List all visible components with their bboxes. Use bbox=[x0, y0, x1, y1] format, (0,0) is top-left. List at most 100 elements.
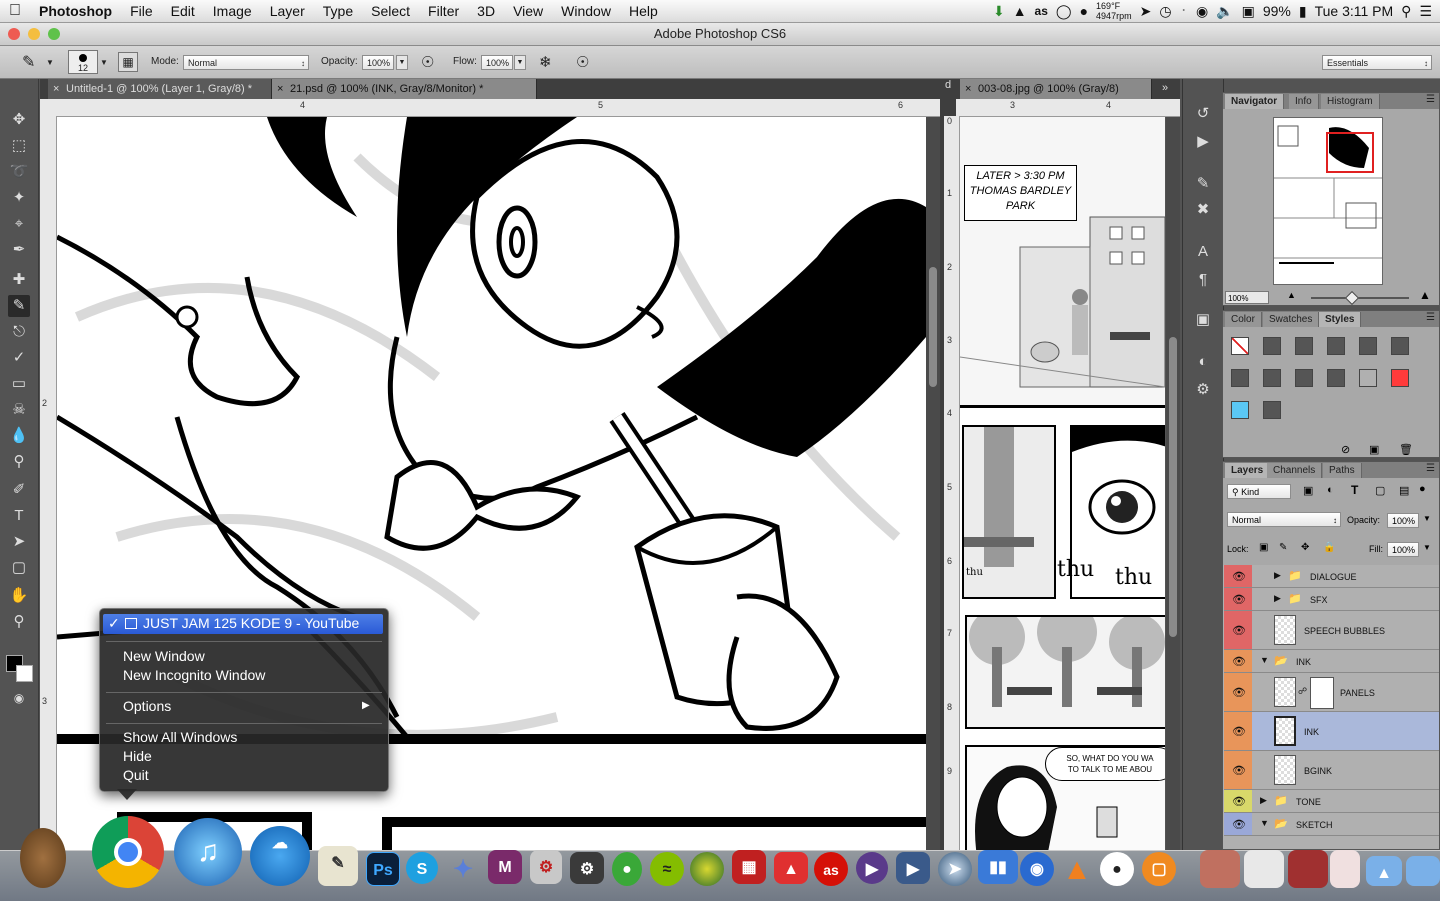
tab-layers[interactable]: Layers bbox=[1225, 463, 1271, 478]
collapse-arrow-icon[interactable]: ▼ bbox=[1260, 655, 1269, 665]
preset-dropdown-arrow-icon[interactable]: ▼ bbox=[46, 58, 54, 67]
layer-visibility-toggle[interactable]: 👁 bbox=[1224, 813, 1252, 835]
zoom-tool-icon[interactable]: ⚲ bbox=[8, 611, 30, 633]
circle-icon[interactable]: ◯ bbox=[1056, 3, 1072, 20]
workspace-select[interactable]: Essentials ↕ bbox=[1322, 55, 1432, 70]
safari-icon[interactable]: ➤ bbox=[938, 852, 972, 886]
menu-item-quit[interactable]: Quit bbox=[123, 767, 149, 783]
growl-icon[interactable]: ✦ bbox=[446, 852, 480, 884]
clone-stamp-tool-icon[interactable]: ⎋ bbox=[8, 321, 30, 343]
filter-pixel-icon[interactable]: ▣ bbox=[1303, 484, 1313, 497]
move-tool-icon[interactable]: ✥ bbox=[8, 109, 30, 131]
wifi-icon[interactable]: ◉ bbox=[1196, 3, 1208, 20]
stack-image-1-icon[interactable] bbox=[1200, 850, 1240, 888]
layer-visibility-toggle[interactable]: 👁 bbox=[1224, 588, 1252, 610]
layer-row-tone[interactable]: 👁 ▶ 📁 TONE bbox=[1224, 790, 1439, 813]
lasso-tool-icon[interactable]: ➰ bbox=[8, 161, 30, 183]
photoshop-icon[interactable]: Ps bbox=[366, 852, 400, 886]
menu-item-show-all-windows[interactable]: Show All Windows bbox=[123, 729, 237, 745]
tab-21-psd[interactable]: × 21.psd @ 100% (INK, Gray/8/Monitor) * bbox=[272, 79, 537, 99]
panel-menu-icon[interactable]: ☰ bbox=[1426, 463, 1435, 474]
flow-slider-arrow-icon[interactable]: ▼ bbox=[514, 55, 526, 70]
layer-mask-thumbnail[interactable] bbox=[1310, 677, 1334, 709]
tab-untitled[interactable]: × Untitled-1 @ 100% (Layer 1, Gray/8) * bbox=[48, 79, 272, 99]
close-tab-icon[interactable]: × bbox=[965, 79, 971, 99]
lock-position-icon[interactable]: ✥ bbox=[1301, 542, 1309, 553]
eraser-tool-icon[interactable]: ▭ bbox=[8, 373, 30, 395]
layer-row-panels[interactable]: 👁 ☍ PANELS bbox=[1224, 673, 1439, 712]
lock-all-icon[interactable]: 🔒 bbox=[1323, 542, 1335, 553]
brush-tool-icon[interactable]: ✎ bbox=[8, 295, 30, 317]
close-tab-icon[interactable]: × bbox=[53, 79, 59, 99]
lock-image-icon[interactable]: ✎ bbox=[1279, 542, 1287, 553]
style-swatch[interactable] bbox=[1327, 369, 1345, 387]
style-swatch[interactable] bbox=[1391, 337, 1409, 355]
documents-folder-icon[interactable] bbox=[1406, 856, 1440, 886]
itunes-icon[interactable]: ♫ bbox=[174, 818, 242, 886]
tab-color[interactable]: Color bbox=[1225, 312, 1262, 327]
spotlight-icon[interactable]: ⚲ bbox=[1401, 3, 1411, 20]
quick-select-tool-icon[interactable]: ✦ bbox=[8, 187, 30, 209]
opacity-input[interactable]: 100% bbox=[362, 55, 394, 70]
download-icon[interactable]: ⬇ bbox=[993, 3, 1005, 20]
zoom-slider-thumb[interactable] bbox=[1344, 290, 1360, 306]
tab-paths[interactable]: Paths bbox=[1323, 463, 1362, 478]
menu-layer[interactable]: Layer bbox=[261, 3, 314, 19]
tab-channels[interactable]: Channels bbox=[1267, 463, 1323, 478]
m-app-icon[interactable]: M bbox=[488, 850, 522, 884]
filter-toggle-icon[interactable]: ● bbox=[1419, 483, 1426, 495]
menu-help[interactable]: Help bbox=[620, 3, 667, 19]
lastfm-status-icon[interactable]: as bbox=[1035, 4, 1048, 18]
panel-menu-icon[interactable]: ☰ bbox=[1426, 94, 1435, 105]
tab-navigator[interactable]: Navigator bbox=[1225, 94, 1285, 109]
fill-arrow-icon[interactable]: ▼ bbox=[1423, 543, 1431, 552]
dog-app-icon[interactable]: ● bbox=[1100, 852, 1134, 886]
canvas2-scrollbar[interactable] bbox=[1166, 117, 1180, 850]
collapse-arrow-icon[interactable]: ▼ bbox=[1260, 818, 1269, 828]
hat-icon[interactable]: ▲ bbox=[1013, 3, 1027, 19]
pressure-opacity-icon[interactable]: ☉ bbox=[421, 53, 434, 71]
style-swatch[interactable] bbox=[1263, 369, 1281, 387]
paint-bucket-tool-icon[interactable]: ☠ bbox=[8, 399, 30, 421]
calendar-icon[interactable]: ▣ bbox=[1242, 3, 1255, 20]
zoom-slider[interactable] bbox=[1311, 290, 1409, 306]
navigator-preview[interactable] bbox=[1273, 117, 1383, 285]
menu-filter[interactable]: Filter bbox=[419, 3, 468, 19]
ibooks-icon[interactable]: ▢ bbox=[1142, 852, 1176, 886]
expand-arrow-icon[interactable]: ▶ bbox=[1274, 593, 1281, 604]
shape-tool-icon[interactable]: ▢ bbox=[8, 557, 30, 579]
canvas-scrollbar[interactable] bbox=[926, 117, 940, 850]
layer-row-ink-group[interactable]: 👁 ▼ 📂 INK bbox=[1224, 650, 1439, 673]
menu-type[interactable]: Type bbox=[314, 3, 362, 19]
style-swatch[interactable] bbox=[1231, 369, 1249, 387]
layer-visibility-toggle[interactable]: 👁 bbox=[1224, 673, 1252, 711]
close-window-button[interactable] bbox=[8, 28, 20, 40]
eyedropper-tool-icon[interactable]: ✒ bbox=[8, 239, 30, 261]
vlc-icon[interactable]: ▲ bbox=[1060, 852, 1094, 886]
brush-picker-arrow-icon[interactable]: ▼ bbox=[100, 58, 108, 67]
tab-styles[interactable]: Styles bbox=[1319, 312, 1362, 327]
skype-icon[interactable]: S bbox=[406, 852, 438, 884]
stack-image-2-icon[interactable] bbox=[1244, 850, 1284, 888]
layer-comps-panel-icon[interactable]: ▣ bbox=[1192, 309, 1214, 331]
quick-mask-icon[interactable]: ◉ bbox=[8, 687, 30, 709]
type-tool-icon[interactable]: T bbox=[8, 505, 30, 527]
healing-brush-tool-icon[interactable]: ✚ bbox=[8, 269, 30, 291]
battery-icon[interactable]: ▮ bbox=[1299, 3, 1307, 20]
brush-panel-toggle-icon[interactable]: ▦ bbox=[118, 52, 138, 72]
quicktime-icon[interactable]: ▶ bbox=[896, 852, 930, 884]
layer-row-sfx[interactable]: 👁 ▶ 📁 SFX bbox=[1224, 588, 1439, 611]
video-app-icon[interactable]: ▶ bbox=[856, 852, 888, 884]
actions-panel-icon[interactable]: ▶ bbox=[1192, 131, 1214, 153]
background-color-swatch[interactable] bbox=[16, 665, 33, 682]
paragraph-panel-icon[interactable]: ¶ bbox=[1192, 269, 1214, 291]
frog-app-icon[interactable]: ● bbox=[612, 852, 642, 886]
menu-view[interactable]: View bbox=[504, 3, 552, 19]
filter-smart-icon[interactable]: ▤ bbox=[1399, 484, 1409, 497]
style-swatch-red[interactable] bbox=[1391, 369, 1409, 387]
tab-swatches[interactable]: Swatches bbox=[1263, 312, 1320, 327]
layer-row-bgink[interactable]: 👁 BGINK bbox=[1224, 751, 1439, 790]
style-swatch[interactable] bbox=[1263, 401, 1281, 419]
minimize-window-button[interactable] bbox=[28, 28, 40, 40]
tool-presets-panel-icon[interactable]: ✖ bbox=[1192, 199, 1214, 221]
